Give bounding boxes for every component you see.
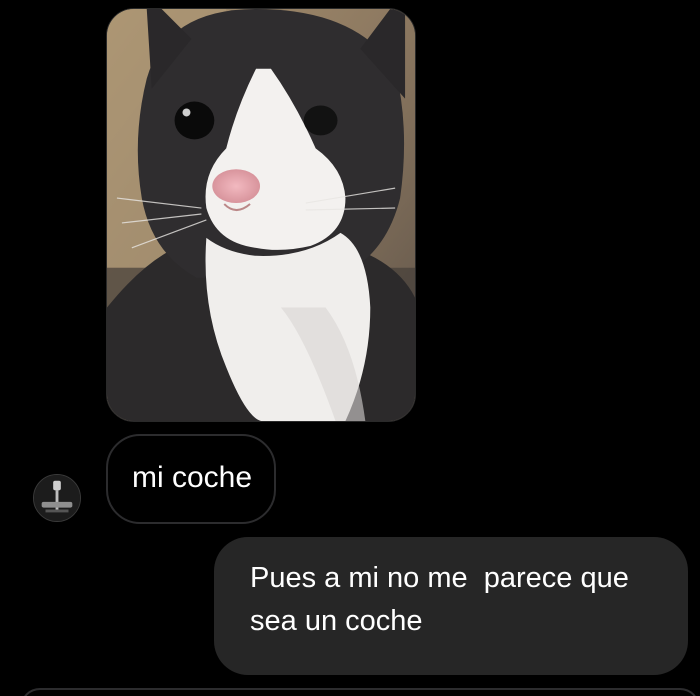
received-text: mi coche <box>132 461 253 494</box>
cat-photo <box>107 9 415 421</box>
sent-text: Pues a mi no me parece que sea un coche <box>250 562 637 637</box>
chat-thread: mi coche Pues a mi no me parece que sea … <box>0 0 700 696</box>
contact-avatar[interactable] <box>33 474 81 522</box>
received-text-message[interactable]: mi coche <box>106 434 276 524</box>
received-photo-message[interactable] <box>106 8 416 422</box>
contact-avatar-icon <box>34 475 80 521</box>
sent-text-message[interactable]: Pues a mi no me parece que sea un coche <box>214 537 688 675</box>
message-composer[interactable] <box>20 688 700 696</box>
